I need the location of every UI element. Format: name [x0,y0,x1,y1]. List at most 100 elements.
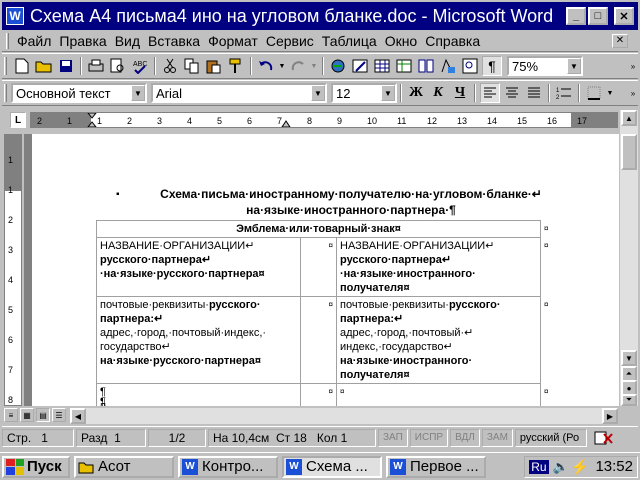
hyperlink-icon[interactable] [328,56,348,76]
status-track-changes[interactable]: ИСПР [409,428,449,447]
right-address-cell[interactable]: почтовые·реквизиты·русского· партнера:↵ … [336,296,541,384]
chevron-down-icon[interactable]: ▼ [381,85,395,101]
vertical-ruler[interactable]: 1 1 2 3 4 5 6 7 8 [4,134,22,406]
start-button[interactable]: Пуск [2,455,70,478]
scroll-thumb[interactable] [621,134,637,170]
vertical-scrollbar[interactable]: ▲ ▼ ⏶ ● ⏷ [620,110,638,406]
emblem-cell[interactable]: Эмблема·или·товарный·знак¤ [96,220,541,238]
menu-view[interactable]: Вид [111,33,144,49]
document-close-button[interactable]: ✕ [612,33,628,48]
numbering-icon[interactable]: 12 [554,83,574,103]
zoom-select[interactable]: 75% ▼ [507,56,583,76]
task-button[interactable]: W Контро... [178,455,278,478]
status-extend[interactable]: ВДЛ [450,428,480,447]
font-size-select[interactable]: 12 ▼ [331,83,397,103]
horizontal-scrollbar[interactable]: ◀ ▶ [70,408,618,424]
print-preview-icon[interactable] [108,56,128,76]
tab-selector[interactable]: L [10,112,26,128]
tables-borders-icon[interactable] [350,56,370,76]
page-layout-icon[interactable]: ▤ [36,408,50,422]
new-document-icon[interactable] [12,56,32,76]
task-button[interactable]: W Первое ... [386,455,486,478]
columns-icon[interactable] [416,56,436,76]
format-painter-icon[interactable] [226,56,246,76]
right-org-cell[interactable]: НАЗВАНИЕ·ОРГАНИЗАЦИИ↵ русского·партнера↵… [336,237,541,297]
redo-dropdown-icon[interactable]: ▼ [310,56,318,76]
show-hide-icon[interactable]: ¶ [482,56,502,76]
word-app-icon[interactable]: W [6,7,24,25]
outline-view-icon[interactable]: ☰ [52,408,66,422]
align-left-icon[interactable] [480,83,500,103]
close-button[interactable]: ✕ [614,7,634,25]
spelling-icon[interactable]: ABC [130,56,150,76]
borders-dropdown-icon[interactable]: ▼ [606,83,614,103]
toolbar-grip[interactable] [4,84,7,102]
menu-table[interactable]: Таблица [318,33,381,49]
spacer-cell[interactable]: ¤ [300,383,337,406]
volume-icon[interactable]: 🔈 [553,459,569,475]
chevron-down-icon[interactable]: ▼ [567,58,581,74]
style-select[interactable]: Основной текст ▼ [11,83,147,103]
status-overtype[interactable]: ЗАМ [481,428,513,447]
task-button[interactable]: W Схема ... [282,455,382,478]
letterhead-table[interactable]: Эмблема·или·товарный·знак¤ ¤ НАЗВАНИЕ·ОР… [96,220,552,406]
underline-button[interactable]: Ч [450,83,470,103]
undo-icon[interactable] [256,56,276,76]
chevron-down-icon[interactable]: ▼ [131,85,145,101]
left-org-cell[interactable]: НАЗВАНИЕ·ОРГАНИЗАЦИИ↵ русского·партнера↵… [96,237,301,297]
menu-insert[interactable]: Вставка [144,33,204,49]
maximize-button[interactable]: □ [588,7,608,25]
normal-view-icon[interactable]: ≡ [4,408,18,422]
spelling-status-icon[interactable] [589,429,617,447]
minimize-button[interactable]: _ [566,7,586,25]
toolbar-overflow-icon[interactable]: » [629,83,637,103]
borders-icon[interactable] [584,83,604,103]
language-indicator[interactable]: Ru [529,459,549,474]
title-bar[interactable]: W Схема А4 письма4 ино на угловом бланке… [2,2,638,30]
right-indent-marker-icon[interactable] [281,119,291,127]
toolbar-grip[interactable] [4,57,7,75]
cut-icon[interactable] [160,56,180,76]
status-pages[interactable]: 1/2 [148,428,206,447]
right-empty-cell[interactable]: ¤ [336,383,541,406]
print-icon[interactable] [86,56,106,76]
insert-excel-icon[interactable] [394,56,414,76]
next-page-icon[interactable]: ⏷ [621,394,637,406]
paste-icon[interactable] [204,56,224,76]
open-folder-icon[interactable] [34,56,54,76]
document-map-icon[interactable] [460,56,480,76]
status-language[interactable]: русский (Ро [514,428,587,447]
bold-button[interactable]: Ж [406,83,426,103]
copy-icon[interactable] [182,56,202,76]
horizontal-ruler[interactable]: 2 1 1 2 3 4 5 6 7 8 9 10 11 12 13 14 15 16 17 [30,112,618,128]
redo-icon[interactable] [288,56,308,76]
task-button[interactable]: Асот [74,455,174,478]
scroll-up-icon[interactable]: ▲ [621,110,637,126]
document-area[interactable]: ▪ Схема·письма·иностранному·получателю·н… [24,134,619,406]
spacer-cell[interactable]: ¤ [300,237,337,297]
justify-icon[interactable] [524,83,544,103]
menu-help[interactable]: Справка [421,33,484,49]
menu-file[interactable]: Файл [13,33,55,49]
chevron-down-icon[interactable]: ▼ [311,85,325,101]
indent-marker-icon[interactable] [87,113,97,127]
left-address-cell[interactable]: почтовые·реквизиты·русского· партнера:↵ … [96,296,301,384]
clock[interactable]: 13:52 [595,458,633,475]
web-layout-icon[interactable]: ▦ [20,408,34,422]
status-record[interactable]: ЗАП [378,428,408,447]
italic-button[interactable]: К [428,83,448,103]
insert-table-icon[interactable] [372,56,392,76]
menu-tools[interactable]: Сервис [262,33,318,49]
status-section[interactable]: Разд 1 [76,428,146,447]
font-select[interactable]: Arial ▼ [151,83,327,103]
menu-window[interactable]: Окно [381,33,422,49]
drawing-icon[interactable] [438,56,458,76]
scroll-right-icon[interactable]: ▶ [602,408,618,424]
align-center-icon[interactable] [502,83,522,103]
save-icon[interactable] [56,56,76,76]
document-heading[interactable]: Схема·письма·иностранному·получателю·на·… [116,186,586,218]
menu-format[interactable]: Формат [204,33,262,49]
spacer-cell[interactable]: ¤ [300,296,337,384]
undo-dropdown-icon[interactable]: ▼ [278,56,286,76]
status-position[interactable]: На 10,4см Ст 18 Кол 1 [208,428,376,447]
